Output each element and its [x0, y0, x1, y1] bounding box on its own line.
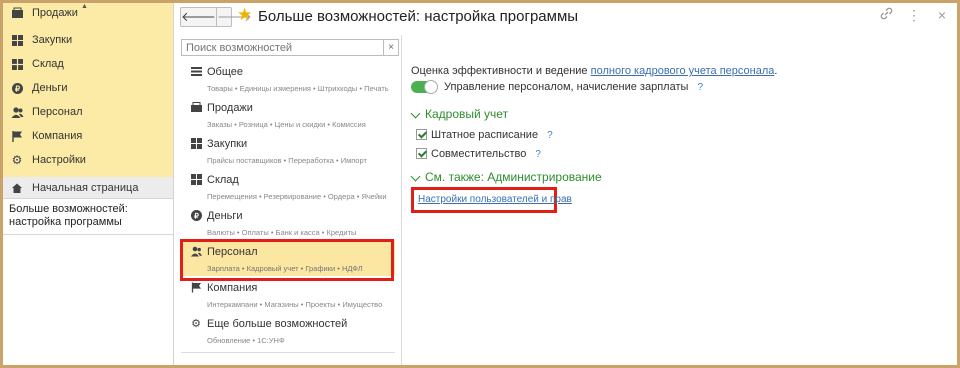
category-label: Склад	[207, 174, 239, 186]
category-sales[interactable]: Продажи Заказы • Розница • Цены и скидки…	[181, 96, 395, 132]
sidebar-item-label: Продажи	[32, 7, 78, 19]
checkmark-icon	[417, 148, 428, 158]
home-page-label: Начальная страница	[32, 181, 139, 194]
personnel-icon	[10, 105, 24, 119]
sidebar-item-personnel[interactable]: Персонал	[3, 101, 173, 123]
category-label: Продажи	[207, 102, 253, 114]
sidebar-item-label: Закупки	[32, 34, 73, 46]
category-label: Еще больше возможностей	[207, 318, 348, 330]
intro-text: Оценка эффективности и ведение	[411, 65, 588, 77]
combination-row: Совместительство ?	[431, 148, 541, 160]
category-warehouse[interactable]: Склад Перемещения • Резервирование • Орд…	[181, 168, 395, 204]
sidebar-item-label: Склад	[32, 58, 64, 70]
category-label: Компания	[207, 282, 258, 294]
staff-schedule-label: Штатное расписание	[431, 129, 539, 141]
search-input[interactable]	[182, 40, 386, 55]
sidebar-item-money[interactable]: ₽ Деньги	[3, 77, 173, 99]
toggle-row: Управление персоналом, начисление зарпла…	[444, 81, 703, 93]
navigation-buttons: 🡐 🡒	[180, 7, 252, 27]
help-icon[interactable]: ?	[535, 149, 541, 160]
warehouse-icon	[10, 57, 24, 71]
chevron-down-icon[interactable]	[410, 171, 421, 182]
sales-icon	[10, 6, 24, 20]
staff-schedule-checkbox[interactable]	[416, 129, 428, 140]
intro-end: .	[774, 65, 778, 77]
category-label: Закупки	[207, 138, 248, 150]
money-icon: ₽	[190, 210, 202, 222]
star-icon[interactable]: ★	[237, 5, 252, 25]
purchases-icon	[10, 33, 24, 47]
sidebar-item-company[interactable]: Компания	[3, 125, 173, 147]
gear-icon: ⚙	[191, 318, 201, 330]
back-arrow-icon[interactable]: 🡐	[181, 8, 216, 26]
category-subtitle: Интеркампани • Магазины • Проекты • Имущ…	[207, 300, 383, 309]
search-field[interactable]: ×	[181, 39, 399, 56]
home-icon	[10, 181, 24, 195]
sales-icon	[190, 102, 202, 114]
categories-list: Общее Товары • Единицы измерения • Штрих…	[181, 60, 395, 353]
chevron-down-icon[interactable]	[410, 108, 421, 119]
sidebar-item-purchases[interactable]: Закупки	[3, 29, 173, 51]
window-toolbar: ⋮ ×	[879, 7, 949, 24]
category-subtitle: Заказы • Розница • Цены и скидки • Комис…	[207, 120, 366, 129]
category-subtitle: Товары • Единицы измерения • Штрихкоды •…	[207, 84, 389, 93]
sections-panel: ▲ Продажи Закупки Склад ₽ Деньги Персона…	[3, 3, 173, 178]
sidebar-item-settings[interactable]: ⚙ Настройки	[3, 149, 173, 171]
category-more[interactable]: ⚙ Еще больше возможностей Обновление • 1…	[181, 312, 395, 348]
category-subtitle: Прайсы поставщиков • Переработка • Импор…	[207, 156, 367, 165]
category-label: Общее	[207, 66, 244, 78]
panel-divider	[401, 35, 402, 365]
company-flag-icon	[190, 282, 202, 294]
purchases-icon	[190, 138, 202, 150]
company-flag-icon	[10, 129, 24, 143]
open-window-tab[interactable]: Больше возможностей: настройка программы	[3, 199, 173, 235]
sidebar: ▲ Продажи Закупки Склад ₽ Деньги Персона…	[3, 3, 174, 365]
combination-checkbox[interactable]	[416, 148, 428, 159]
sidebar-item-warehouse[interactable]: Склад	[3, 53, 173, 75]
warehouse-icon	[190, 174, 202, 186]
personnel-toggle[interactable]	[411, 80, 438, 94]
section-admin-title[interactable]: См. также: Администрирование	[425, 170, 602, 184]
help-icon[interactable]: ?	[697, 82, 703, 93]
close-icon[interactable]: ×	[935, 7, 949, 24]
category-subtitle: Валюты • Оплаты • Банк и касса • Кредиты	[207, 228, 357, 237]
category-purchases[interactable]: Закупки Прайсы поставщиков • Переработка…	[181, 132, 395, 168]
main-window: 🡐 🡒 ★ Больше возможностей: настройка про…	[174, 3, 957, 365]
home-page-tab[interactable]: Начальная страница	[3, 177, 173, 199]
personnel-highlight-frame	[180, 239, 394, 281]
category-general[interactable]: Общее Товары • Единицы измерения • Штрих…	[181, 60, 395, 96]
admin-link-highlight-frame: Настройки пользователей и прав	[411, 187, 572, 213]
svg-text:₽: ₽	[194, 212, 199, 221]
open-window-label: Больше возможностей: настройка программы	[9, 203, 128, 228]
help-icon[interactable]: ?	[547, 130, 553, 141]
clear-search-icon[interactable]: ×	[383, 40, 398, 55]
link-icon[interactable]	[879, 7, 893, 24]
svg-text:₽: ₽	[14, 84, 19, 93]
money-icon: ₽	[10, 81, 24, 95]
intro-line: Оценка эффективности и ведение полного к…	[411, 65, 777, 77]
gear-icon: ⚙	[11, 153, 23, 167]
toggle-label: Управление персоналом, начисление зарпла…	[444, 81, 689, 93]
sidebar-item-label: Персонал	[32, 106, 83, 118]
hr-accounting-link[interactable]: полного кадрового учета персонала	[591, 65, 775, 77]
category-company[interactable]: Компания Интеркампани • Магазины • Проек…	[181, 276, 395, 312]
user-settings-link[interactable]: Настройки пользователей и прав	[418, 194, 572, 205]
page-title: Больше возможностей: настройка программы	[258, 8, 579, 25]
combination-label: Совместительство	[431, 148, 527, 160]
sidebar-item-label: Деньги	[32, 82, 68, 94]
sidebar-item-label: Компания	[32, 130, 83, 142]
list-icon	[190, 66, 202, 78]
sidebar-item-sales[interactable]: Продажи	[3, 3, 173, 24]
category-subtitle: Обновление • 1С:УНФ	[207, 336, 285, 345]
section-hr-title[interactable]: Кадровый учет	[425, 107, 508, 121]
toggle-knob	[424, 80, 438, 94]
category-money[interactable]: ₽ Деньги Валюты • Оплаты • Банк и касса …	[181, 204, 395, 240]
more-icon[interactable]: ⋮	[907, 7, 921, 24]
sidebar-item-label: Настройки	[32, 154, 86, 166]
staff-schedule-row: Штатное расписание ?	[431, 129, 553, 141]
category-label: Деньги	[207, 210, 243, 222]
category-subtitle: Перемещения • Резервирование • Ордера • …	[207, 192, 387, 201]
checkmark-icon	[417, 129, 428, 139]
app-frame: ▲ Продажи Закупки Склад ₽ Деньги Персона…	[3, 3, 957, 365]
